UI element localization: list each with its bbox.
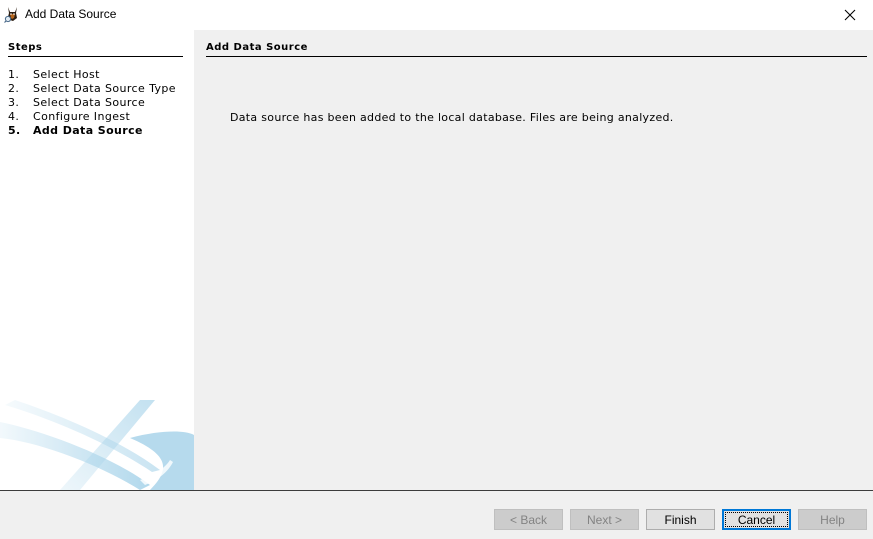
decorative-swoosh-graphic (0, 400, 194, 490)
content-title: Add Data Source (206, 42, 308, 53)
add-data-source-dialog: Add Data Source Steps 1. Select Host 2. … (0, 0, 873, 539)
step-number: 5. (8, 124, 21, 137)
step-label: Select Data Source Type (33, 82, 176, 95)
back-button-label: < Back (509, 512, 548, 527)
step-number: 3. (8, 96, 20, 109)
close-button[interactable] (827, 0, 873, 30)
steps-title: Steps (8, 42, 43, 53)
status-message: Data source has been added to the local … (230, 111, 674, 124)
step-label: Select Host (33, 68, 100, 81)
steps-divider (8, 56, 183, 57)
window-title: Add Data Source (25, 7, 117, 21)
step-item: 3. Select Data Source (8, 96, 176, 110)
steps-panel: Steps 1. Select Host 2. Select Data Sour… (0, 30, 194, 490)
step-item: 2. Select Data Source Type (8, 82, 176, 96)
step-number: 1. (8, 68, 20, 81)
title-bar: Add Data Source (0, 0, 873, 30)
step-number: 4. (8, 110, 20, 123)
finish-button-label: Finish (664, 512, 697, 527)
autopsy-dog-icon (4, 7, 17, 23)
step-number: 2. (8, 82, 20, 95)
cancel-button[interactable]: Cancel (722, 509, 791, 530)
step-item: 1. Select Host (8, 68, 176, 82)
back-button[interactable]: < Back (494, 509, 563, 530)
step-label: Select Data Source (33, 96, 146, 109)
help-button[interactable]: Help (798, 509, 867, 530)
close-icon (844, 9, 856, 21)
next-button-label: Next > (586, 512, 622, 527)
help-button-label: Help (820, 512, 845, 527)
finish-button[interactable]: Finish (646, 509, 715, 530)
next-button[interactable]: Next > (570, 509, 639, 530)
step-label: Configure Ingest (33, 110, 131, 123)
content-divider (206, 56, 867, 57)
steps-list: 1. Select Host 2. Select Data Source Typ… (8, 68, 176, 138)
step-label: Add Data Source (33, 124, 143, 137)
step-item-current: 5. Add Data Source (8, 124, 176, 138)
focus-ring (725, 512, 788, 527)
button-bar-separator (0, 490, 873, 491)
step-item: 4. Configure Ingest (8, 110, 176, 124)
